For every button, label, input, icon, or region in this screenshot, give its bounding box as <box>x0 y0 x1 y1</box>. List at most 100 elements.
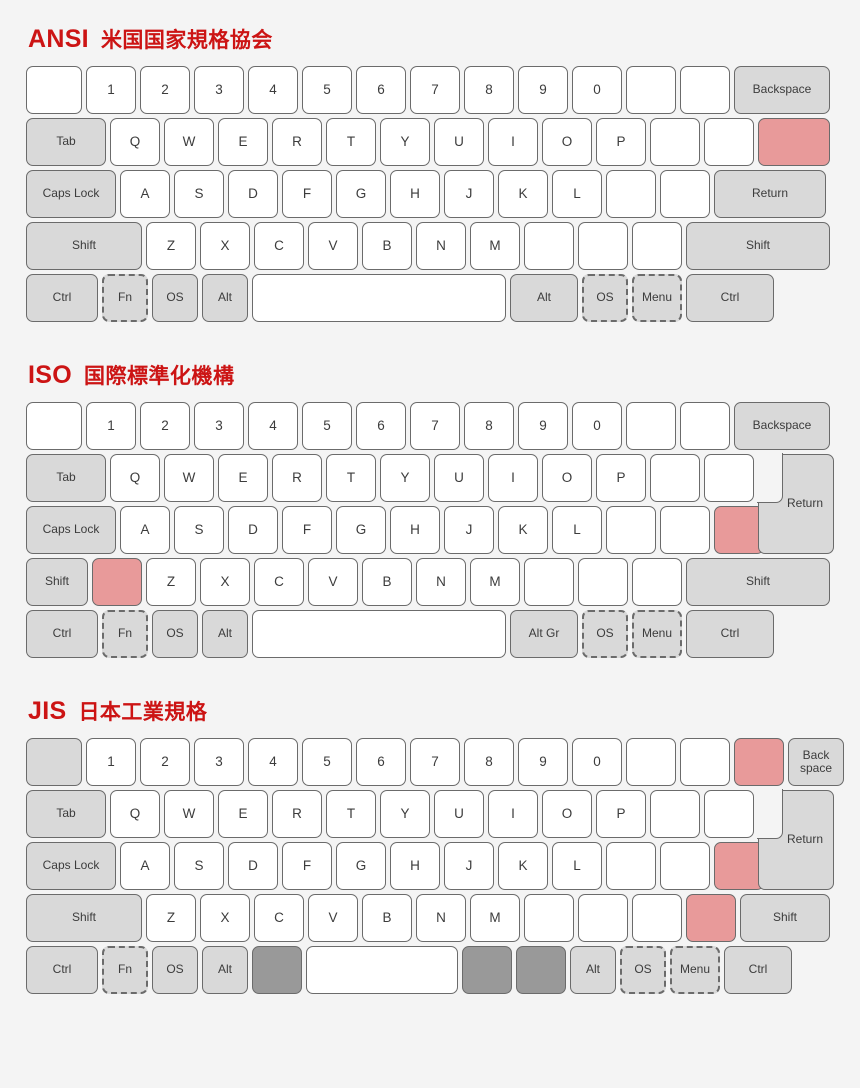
key-5[interactable]: 5 <box>302 66 352 114</box>
key-g[interactable]: G <box>336 842 386 890</box>
key-ctrl[interactable]: Ctrl <box>686 610 774 658</box>
key-d[interactable]: D <box>228 842 278 890</box>
key-n[interactable]: N <box>416 558 466 606</box>
key-tab[interactable]: Tab <box>26 118 106 166</box>
key-c[interactable]: C <box>254 222 304 270</box>
key-shift[interactable]: Shift <box>26 558 88 606</box>
key-blank[interactable] <box>632 558 682 606</box>
key-v[interactable]: V <box>308 222 358 270</box>
key-f[interactable]: F <box>282 506 332 554</box>
key-d[interactable]: D <box>228 506 278 554</box>
key-os[interactable]: OS <box>152 946 198 994</box>
key-w[interactable]: W <box>164 454 214 502</box>
key-n[interactable]: N <box>416 222 466 270</box>
key-shift[interactable]: Shift <box>686 222 830 270</box>
key-fn[interactable]: Fn <box>102 610 148 658</box>
key-blank[interactable] <box>734 738 784 786</box>
key-os[interactable]: OS <box>582 274 628 322</box>
key-w[interactable]: W <box>164 790 214 838</box>
key-ctrl[interactable]: Ctrl <box>26 946 98 994</box>
key-i[interactable]: I <box>488 454 538 502</box>
key-s[interactable]: S <box>174 170 224 218</box>
key-z[interactable]: Z <box>146 558 196 606</box>
key-4[interactable]: 4 <box>248 66 298 114</box>
key-blank[interactable] <box>704 118 754 166</box>
key-blank[interactable] <box>306 946 458 994</box>
key-blank[interactable] <box>252 946 302 994</box>
key-blank[interactable] <box>704 454 754 502</box>
key-fn[interactable]: Fn <box>102 274 148 322</box>
key-backspace[interactable]: Backspace <box>734 402 830 450</box>
key-j[interactable]: J <box>444 842 494 890</box>
key-blank[interactable] <box>524 558 574 606</box>
key-l[interactable]: L <box>552 506 602 554</box>
key-9[interactable]: 9 <box>518 738 568 786</box>
key-4[interactable]: 4 <box>248 738 298 786</box>
key-os[interactable]: OS <box>152 610 198 658</box>
key-blank[interactable] <box>680 738 730 786</box>
key-t[interactable]: T <box>326 118 376 166</box>
key-blank[interactable] <box>660 506 710 554</box>
key-i[interactable]: I <box>488 118 538 166</box>
key-blank[interactable] <box>714 842 764 890</box>
key-m[interactable]: M <box>470 222 520 270</box>
key-r[interactable]: R <box>272 454 322 502</box>
key-l[interactable]: L <box>552 842 602 890</box>
key-5[interactable]: 5 <box>302 738 352 786</box>
key-a[interactable]: A <box>120 506 170 554</box>
key-8[interactable]: 8 <box>464 738 514 786</box>
key-1[interactable]: 1 <box>86 66 136 114</box>
key-blank[interactable] <box>516 946 566 994</box>
key-blank[interactable] <box>92 558 142 606</box>
key-k[interactable]: K <box>498 506 548 554</box>
key-y[interactable]: Y <box>380 118 430 166</box>
key-blank[interactable] <box>606 170 656 218</box>
key-b[interactable]: B <box>362 558 412 606</box>
key-blank[interactable] <box>578 558 628 606</box>
key-a[interactable]: A <box>120 170 170 218</box>
key-8[interactable]: 8 <box>464 66 514 114</box>
key-y[interactable]: Y <box>380 454 430 502</box>
key-t[interactable]: T <box>326 454 376 502</box>
key-m[interactable]: M <box>470 558 520 606</box>
key-b[interactable]: B <box>362 894 412 942</box>
key-v[interactable]: V <box>308 894 358 942</box>
key-9[interactable]: 9 <box>518 66 568 114</box>
key-k[interactable]: K <box>498 842 548 890</box>
key-h[interactable]: H <box>390 506 440 554</box>
key-backspace[interactable]: Backspace <box>734 66 830 114</box>
key-q[interactable]: Q <box>110 454 160 502</box>
key-z[interactable]: Z <box>146 222 196 270</box>
key-blank[interactable] <box>650 790 700 838</box>
key-u[interactable]: U <box>434 454 484 502</box>
key-menu[interactable]: Menu <box>670 946 720 994</box>
key-j[interactable]: J <box>444 170 494 218</box>
key-alt[interactable]: Alt <box>202 274 248 322</box>
key-n[interactable]: N <box>416 894 466 942</box>
key-3[interactable]: 3 <box>194 402 244 450</box>
key-p[interactable]: P <box>596 454 646 502</box>
key-os[interactable]: OS <box>152 274 198 322</box>
key-ctrl[interactable]: Ctrl <box>26 610 98 658</box>
key-c[interactable]: C <box>254 894 304 942</box>
key-blank[interactable] <box>704 790 754 838</box>
key-o[interactable]: O <box>542 454 592 502</box>
key-m[interactable]: M <box>470 894 520 942</box>
key-blank[interactable] <box>626 402 676 450</box>
key-return[interactable]: Return <box>757 453 834 554</box>
key-2[interactable]: 2 <box>140 402 190 450</box>
key-blank[interactable] <box>660 170 710 218</box>
key-u[interactable]: U <box>434 118 484 166</box>
key-shift[interactable]: Shift <box>740 894 830 942</box>
key-blank[interactable] <box>252 274 506 322</box>
key-blank[interactable] <box>680 402 730 450</box>
key-blank[interactable] <box>626 738 676 786</box>
key-blank[interactable] <box>252 610 506 658</box>
key-blank[interactable] <box>680 66 730 114</box>
key-blank[interactable] <box>632 894 682 942</box>
key-2[interactable]: 2 <box>140 66 190 114</box>
key-4[interactable]: 4 <box>248 402 298 450</box>
key-alt[interactable]: Alt <box>570 946 616 994</box>
key-blank[interactable] <box>524 894 574 942</box>
key-7[interactable]: 7 <box>410 402 460 450</box>
